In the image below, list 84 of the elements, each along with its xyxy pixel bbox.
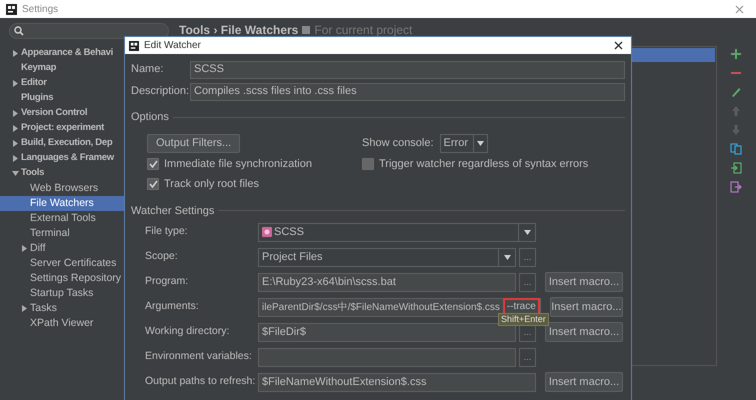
tree-item[interactable]: Server Certificates bbox=[0, 256, 124, 271]
tooltip: Shift+Enter bbox=[498, 313, 549, 326]
dialog-title: Edit Watcher bbox=[144, 39, 201, 53]
tree-item[interactable]: Tasks bbox=[0, 301, 124, 316]
field-label: Arguments: bbox=[145, 299, 200, 314]
scss-file-icon bbox=[262, 227, 272, 237]
collapsed-arrow-icon[interactable] bbox=[21, 245, 28, 252]
browse-button[interactable]: ... bbox=[519, 348, 536, 366]
field-label: Program: bbox=[145, 274, 190, 290]
tree-item[interactable]: XPath Viewer bbox=[0, 316, 124, 331]
name-field[interactable]: SCSS bbox=[190, 60, 625, 78]
tree-item[interactable]: Web Browsers bbox=[0, 181, 124, 196]
text-field[interactable] bbox=[258, 348, 516, 366]
text-field[interactable]: $FileNameWithoutExtension$.css bbox=[258, 372, 536, 392]
collapsed-arrow-icon[interactable] bbox=[12, 140, 19, 147]
collapsed-arrow-icon[interactable] bbox=[12, 155, 19, 162]
field-label: File type: bbox=[145, 224, 189, 240]
section-heading: Watcher Settings bbox=[131, 204, 214, 218]
close-icon[interactable] bbox=[614, 41, 623, 50]
checkbox-label: Track only root files bbox=[164, 176, 259, 192]
browse-button[interactable]: ... bbox=[519, 248, 536, 266]
output-filters-button[interactable]: Output Filters... bbox=[147, 134, 240, 152]
text-field[interactable]: $FileDir$ bbox=[258, 322, 516, 342]
insert-macro-button[interactable]: Insert macro... bbox=[545, 372, 623, 392]
search-icon bbox=[14, 26, 24, 36]
tree-item[interactable]: External Tools bbox=[0, 211, 124, 226]
tree-item[interactable]: File Watchers bbox=[0, 196, 124, 211]
checkbox[interactable] bbox=[147, 158, 159, 170]
export-icon[interactable] bbox=[730, 181, 742, 193]
insert-macro-button[interactable]: Insert macro... bbox=[545, 272, 623, 292]
browse-button[interactable]: ... bbox=[519, 272, 536, 292]
insert-macro-button[interactable]: Insert macro... bbox=[545, 322, 623, 342]
tree-item[interactable]: Terminal bbox=[0, 226, 124, 241]
field-label: Scope: bbox=[145, 249, 179, 264]
collapsed-arrow-icon[interactable] bbox=[12, 125, 19, 132]
section-heading: Options bbox=[131, 110, 169, 125]
tree-item[interactable]: Languages & Framew bbox=[0, 151, 124, 166]
field-label: Output paths to refresh: bbox=[145, 374, 256, 390]
collapsed-arrow-icon[interactable] bbox=[12, 110, 19, 117]
search-field[interactable] bbox=[9, 23, 169, 39]
tree-item[interactable]: Settings Repository bbox=[0, 271, 124, 286]
checkbox-label: Immediate file synchronization bbox=[164, 156, 312, 172]
add-icon[interactable] bbox=[730, 48, 742, 60]
tree-item[interactable]: Build, Execution, Dep bbox=[0, 136, 124, 151]
pencil-icon[interactable] bbox=[730, 86, 742, 98]
scope-note: For current project bbox=[314, 22, 412, 39]
app-logo-icon bbox=[6, 4, 17, 14]
dropdown-arrow-icon bbox=[524, 230, 530, 234]
file-type-dropdown[interactable]: SCSS bbox=[258, 222, 536, 242]
field-label: Working directory: bbox=[145, 324, 230, 340]
text-field[interactable]: E:\Ruby23-x64\bin\scss.bat bbox=[258, 272, 516, 292]
tree-item[interactable]: Plugins bbox=[0, 91, 124, 106]
collapsed-arrow-icon[interactable] bbox=[21, 305, 28, 312]
checkbox-label: Trigger watcher regardless of syntax errors bbox=[379, 156, 588, 172]
collapsed-arrow-icon[interactable] bbox=[12, 50, 19, 57]
tree-item[interactable]: Startup Tasks bbox=[0, 286, 124, 301]
project-icon bbox=[302, 26, 310, 34]
copy-icon[interactable] bbox=[730, 143, 742, 155]
checkbox[interactable] bbox=[362, 158, 374, 170]
checkbox[interactable] bbox=[147, 178, 159, 190]
tree-item[interactable]: Tools bbox=[0, 166, 124, 181]
app-logo-icon bbox=[129, 40, 139, 50]
field-label: Show console: bbox=[362, 136, 434, 151]
expanded-arrow-icon[interactable] bbox=[12, 170, 19, 177]
import-icon[interactable] bbox=[730, 162, 742, 174]
insert-macro-button[interactable]: Insert macro... bbox=[550, 297, 623, 317]
field-label: Description: bbox=[131, 84, 190, 100]
tree-item[interactable]: Version Control bbox=[0, 106, 124, 121]
tree-item[interactable]: Appearance & Behavi bbox=[0, 46, 124, 61]
breadcrumb: Tools › File Watchers bbox=[179, 22, 298, 39]
console-dropdown[interactable]: Error bbox=[440, 134, 488, 152]
dropdown-arrow-icon bbox=[476, 140, 484, 146]
tree-item[interactable]: Diff bbox=[0, 241, 124, 256]
tree-item[interactable]: Project: experiment bbox=[0, 121, 124, 136]
text-field[interactable]: ileParentDir$/css中/$FileNameWithoutExtension$.css --trace bbox=[258, 298, 541, 316]
dropdown-arrow-icon bbox=[504, 254, 510, 260]
tree-item[interactable]: Keymap bbox=[0, 61, 124, 76]
description-field[interactable]: Compiles .scss files into .css files bbox=[190, 82, 625, 100]
collapsed-arrow-icon[interactable] bbox=[12, 80, 19, 87]
scope-dropdown[interactable]: Project Files bbox=[258, 248, 516, 266]
field-label: Environment variables: bbox=[145, 349, 253, 364]
field-label: Name: bbox=[131, 62, 164, 78]
tree-item[interactable]: Editor bbox=[0, 76, 124, 91]
window-title: Settings bbox=[22, 2, 58, 16]
